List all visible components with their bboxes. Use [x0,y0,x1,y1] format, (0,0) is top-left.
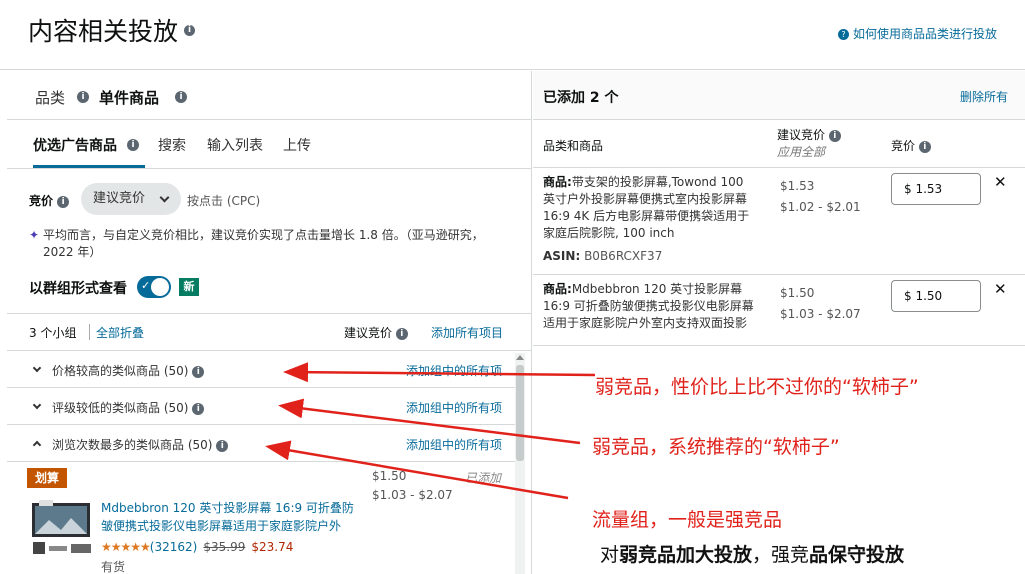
page-header: 内容相关投放 i ? 如何使用商品品类进行投放 [0,0,1025,70]
chevron-down-icon[interactable] [32,400,42,410]
apply-all-link[interactable]: 应用全部 [777,144,841,161]
group-row[interactable]: 价格较高的类似商品 (50) i 添加组中的所有项 [7,352,515,388]
tab-enter-list[interactable]: 输入列表 [207,135,263,155]
page: 内容相关投放 i ? 如何使用商品品类进行投放 品类 i 单件商品 i 优选广告商… [0,0,1025,574]
product-meta: ★★★★★(32162) $35.99 $23.74 [101,540,293,554]
sale-price: $23.74 [251,540,294,554]
product-bid-range: $1.03 - $2.07 [372,488,453,502]
added-item-title: 商品:Mdbebbron 120 英寸投影屏幕 16:9 可折叠防皱便携式投影仪… [543,282,754,330]
add-group-link[interactable]: 添加组中的所有项 [406,399,502,416]
category-tabs: 品类 i 单件商品 i [7,71,532,120]
group-view-label: 以群组形式查看 [29,281,127,297]
page-title: 内容相关投放 [28,17,179,46]
collapse-all-link[interactable]: 全部折叠 [96,324,144,341]
info-icon[interactable]: i [175,91,187,103]
group-label: 价格较高的类似商品 (50) i [52,362,205,379]
question-icon: ? [837,29,849,40]
info-icon[interactable]: i [216,439,229,452]
help-link-label: 如何使用商品品类进行投放 [852,27,997,41]
deal-badge: 划算 [27,468,67,488]
rating-stars-icon: ★★★★★ [101,540,151,554]
group-row[interactable]: 评级较低的类似商品 (50) i 添加组中的所有项 [7,389,515,425]
stat-text: 平均而言，与自定义竞价相比，建议竞价实现了点击量增长 1.8 倍。（亚马逊研究，… [43,228,484,259]
close-icon[interactable]: ✕ [994,173,1007,191]
bid-input[interactable]: $ 1.50 [891,280,981,312]
divider [89,324,90,340]
scroll-up-icon[interactable] [516,355,524,360]
tab-search[interactable]: 搜索 [158,135,186,155]
remove-all-link[interactable]: 删除所有 [960,88,1008,105]
product-suggested-bid: $1.50 [372,469,407,483]
info-icon[interactable]: i [828,129,841,142]
review-count[interactable]: (32162) [150,540,198,554]
add-all-link[interactable]: 添加所有项目 [431,324,503,341]
info-icon[interactable]: i [918,140,931,153]
suggested-bid-header: 建议竞价 i [344,324,408,341]
scrollbar-thumb[interactable] [516,365,524,461]
annotation-traffic-group: 流量组，一般是强竞品 [592,509,783,531]
group-label: 评级较低的类似商品 (50) i [52,399,205,416]
added-columns: 品类和商品 建议竞价 i 应用全部 竞价 i [533,121,1025,168]
added-item-title: 商品:带支架的投影屏幕,Towond 100 英寸户外投影屏幕便携式室内投影屏幕… [543,175,750,240]
product-image [32,500,91,554]
tab-recommended-products[interactable]: 优选广告商品 [33,135,117,155]
stock-status: 有货 [101,560,126,574]
col-product: 品类和商品 [543,139,604,153]
add-group-link[interactable]: 添加组中的所有项 [406,362,502,379]
tab-category[interactable]: 品类 [35,87,65,108]
asin: ASIN: B0B6RCXF37 [543,249,663,263]
list-price: $35.99 [203,540,246,554]
bid-input[interactable]: $ 1.53 [891,173,981,205]
new-badge: 新 [179,278,199,296]
bid-strategy-value: 建议竞价 [93,191,146,206]
col-suggested: 建议竞价 i 应用全部 [777,127,841,161]
info-icon[interactable]: i [192,365,205,378]
col-bid: 竞价 i [891,137,931,154]
product-sub-tabs: 优选广告商品 i 搜索 输入列表 上传 [7,121,532,169]
toggle-knob [151,278,169,296]
annotation-weak-competitor: 弱竞品，性价比上比不过你的“软柿子” [595,376,919,398]
tab-single-product[interactable]: 单件商品 [99,87,159,108]
active-tab-indicator [33,165,145,168]
group-count: 3 个小组 [29,326,77,340]
added-item-suggested: $1.53 $1.02 - $2.01 [780,179,861,214]
chevron-up-icon[interactable] [32,440,42,450]
info-icon[interactable]: i [192,402,205,415]
bid-strategy-select[interactable]: 建议竞价 [81,183,181,215]
bid-label: 竞价 i [29,192,70,209]
added-header: 已添加 2 个 删除所有 [533,71,1025,120]
info-icon[interactable]: i [57,195,70,208]
left-panel: 品类 i 单件商品 i 优选广告商品 i 搜索 输入列表 上传 竞价 i 建议竞… [7,71,532,574]
info-icon[interactable]: i [184,25,195,36]
added-count: 已添加 2 个 [543,90,619,106]
chevron-down-icon[interactable] [32,363,42,373]
added-item: 商品:Mdbebbron 120 英寸投影屏幕 16:9 可折叠防皱便携式投影仪… [533,276,1025,346]
groups-header: 3 个小组 全部折叠 建议竞价 i 添加所有项目 [7,313,532,351]
info-icon[interactable]: i [395,327,408,340]
annotation-recommended: 弱竞品，系统推荐的“软柿子” [592,436,840,458]
product-card: 划算 $1.50 $1.03 - $2.07 已添加 Mdbebbron 120… [27,468,517,574]
added-item: 商品:带支架的投影屏幕,Towond 100 英寸户外投影屏幕便携式室内投影屏幕… [533,169,1025,275]
chevron-down-icon [159,192,170,203]
help-link[interactable]: ? 如何使用商品品类进行投放 [837,25,997,42]
group-label: 浏览次数最多的类似商品 (50) i [52,436,229,453]
product-title-link[interactable]: Mdbebbron 120 英寸投影屏幕 16:9 可折叠防皱便携式投影仪电影屏… [101,499,363,535]
added-item-suggested: $1.50 $1.03 - $2.07 [780,286,861,321]
product-added-status: 已添加 [465,471,502,485]
added-panel: 已添加 2 个 删除所有 品类和商品 建议竞价 i 应用全部 竞价 i 商品:带… [533,71,1025,574]
close-icon[interactable]: ✕ [994,280,1007,298]
tab-upload[interactable]: 上传 [283,135,311,155]
add-group-link[interactable]: 添加组中的所有项 [406,436,502,453]
bid-stat-note: ✦ 平均而言，与自定义竞价相比，建议竞价实现了点击量增长 1.8 倍。（亚马逊研… [29,227,509,261]
sparkle-icon: ✦ [29,228,40,242]
annotation-strategy: 对弱竞品加大投放，强竞品保守投放 [600,544,905,566]
info-icon[interactable]: i [127,139,139,151]
info-icon[interactable]: i [77,91,89,103]
group-view-toggle[interactable]: ✓ [137,276,171,298]
group-row[interactable]: 浏览次数最多的类似商品 (50) i 添加组中的所有项 [7,426,515,462]
bid-note: 按点击 (CPC) [187,194,261,208]
check-icon: ✓ [141,279,151,292]
